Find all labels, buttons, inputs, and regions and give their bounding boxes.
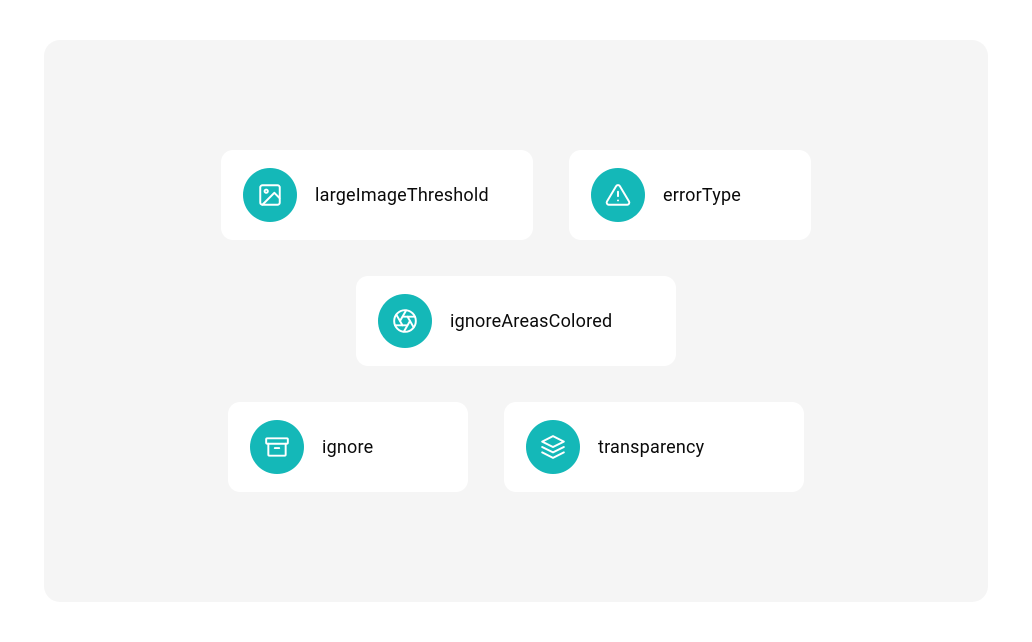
- label-ignore: ignore: [322, 437, 373, 458]
- label-large-image-threshold: largeImageThreshold: [315, 185, 489, 206]
- label-error-type: errorType: [663, 185, 741, 206]
- image-icon: [243, 168, 297, 222]
- warning-triangle-icon: [591, 168, 645, 222]
- archive-icon: [250, 420, 304, 474]
- card-error-type: errorType: [569, 150, 811, 240]
- card-ignore-areas-colored: ignoreAreasColored: [356, 276, 676, 366]
- row-3: ignore transparency: [228, 402, 804, 492]
- layers-icon: [526, 420, 580, 474]
- card-transparency: transparency: [504, 402, 804, 492]
- options-panel: largeImageThreshold errorType: [44, 40, 988, 602]
- aperture-icon: [378, 294, 432, 348]
- card-large-image-threshold: largeImageThreshold: [221, 150, 533, 240]
- row-2: ignoreAreasColored: [356, 276, 676, 366]
- label-transparency: transparency: [598, 437, 704, 458]
- label-ignore-areas-colored: ignoreAreasColored: [450, 311, 612, 332]
- row-1: largeImageThreshold errorType: [221, 150, 811, 240]
- card-ignore: ignore: [228, 402, 468, 492]
